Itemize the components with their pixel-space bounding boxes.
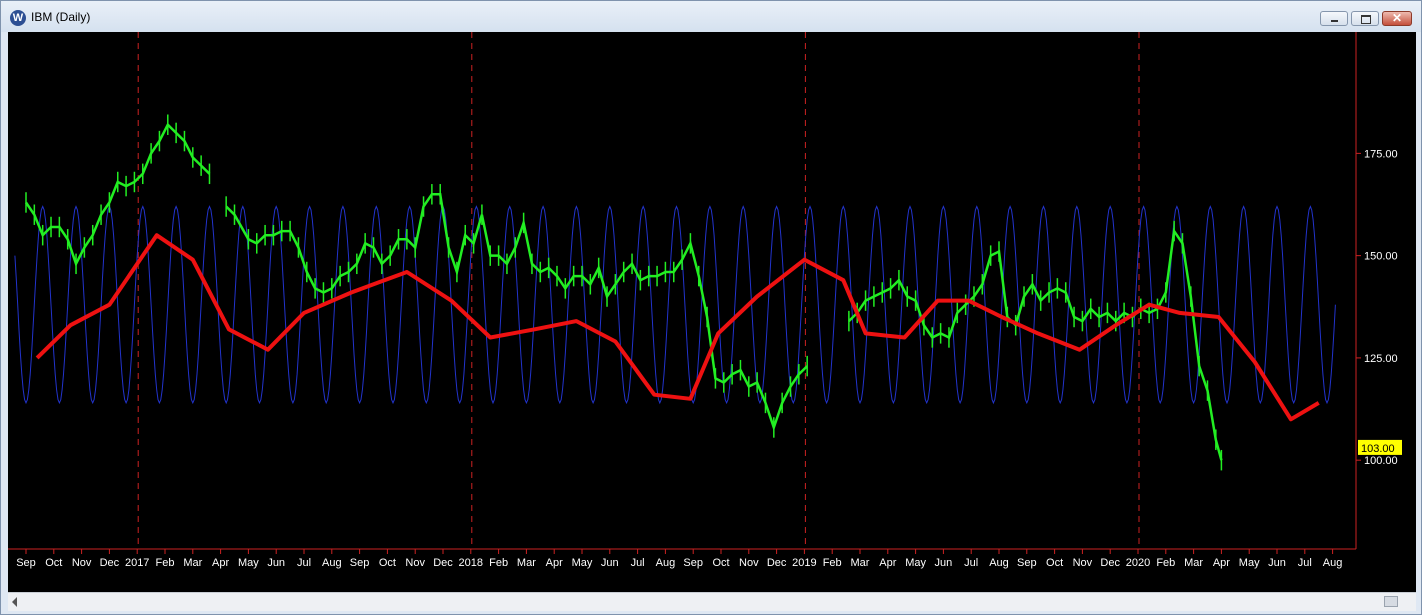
x-tick-label: Oct <box>1046 557 1063 569</box>
horizontal-scrollbar[interactable] <box>8 592 1416 611</box>
x-tick-label: Feb <box>156 557 175 569</box>
y-tick-label: 150.00 <box>1364 251 1398 263</box>
x-tick-label: Apr <box>1213 557 1230 569</box>
x-tick-label: 2020 <box>1126 557 1150 569</box>
x-tick-label: Mar <box>517 557 536 569</box>
x-tick-label: Mar <box>183 557 202 569</box>
chart-window: W IBM (Daily) ✕ 175.00 150.00 125.00 100.00… <box>0 0 1422 615</box>
x-tick-label: Jul <box>631 557 645 569</box>
x-tick-label: Nov <box>72 557 92 569</box>
x-tick-label: Dec <box>1100 557 1120 569</box>
x-tick-label: May <box>1239 557 1260 569</box>
y-tick-label: 175.00 <box>1364 148 1398 160</box>
x-tick-label: Aug <box>656 557 676 569</box>
x-tick-label: Jun <box>267 557 285 569</box>
x-tick-label: Aug <box>989 557 1009 569</box>
x-tick-label: May <box>905 557 926 569</box>
minimize-icon <box>1331 20 1338 22</box>
x-tick-label: Nov <box>1073 557 1093 569</box>
x-tick-label: Jul <box>297 557 311 569</box>
title-bar[interactable]: W IBM (Daily) ✕ <box>1 1 1421 32</box>
x-tick-label: Apr <box>879 557 896 569</box>
maximize-button[interactable] <box>1351 11 1379 26</box>
minimize-button[interactable] <box>1320 11 1348 26</box>
x-tick-label: Mar <box>1184 557 1203 569</box>
y-tick-label: 125.00 <box>1364 353 1398 365</box>
x-tick-label: Jun <box>601 557 619 569</box>
x-tick-label: Dec <box>100 557 120 569</box>
app-logo-icon: W <box>10 10 26 26</box>
x-tick-label: Jul <box>964 557 978 569</box>
x-tick-label: Feb <box>489 557 508 569</box>
x-tick-label: Aug <box>322 557 342 569</box>
chart-svg: 175.00 150.00 125.00 100.00 Sep Oct Nov Dec 2017… <box>8 32 1402 569</box>
projection-line <box>35 233 1320 422</box>
close-button[interactable]: ✕ <box>1382 11 1412 26</box>
x-tick-label: May <box>572 557 593 569</box>
price-line <box>24 122 211 267</box>
x-tick-label: Mar <box>851 557 870 569</box>
price-chart[interactable]: 175.00 150.00 125.00 100.00 Sep Oct Nov Dec 2017… <box>8 32 1416 592</box>
x-tick-label: Oct <box>45 557 62 569</box>
x-tick-label: Nov <box>739 557 759 569</box>
x-tick-label: Oct <box>712 557 729 569</box>
x-tick-label: Nov <box>405 557 425 569</box>
scroll-left-icon[interactable] <box>12 597 17 607</box>
window-title: IBM (Daily) <box>31 10 91 24</box>
x-tick-label: 2018 <box>459 557 483 569</box>
x-tick-label: Dec <box>767 557 787 569</box>
x-tick-label: 2019 <box>792 557 816 569</box>
x-tick-label: Feb <box>1156 557 1175 569</box>
x-tick-label: Sep <box>16 557 36 569</box>
x-tick-label: Sep <box>350 557 370 569</box>
close-icon: ✕ <box>1392 11 1403 25</box>
x-tick-label: Aug <box>1323 557 1343 569</box>
x-tick-label: Feb <box>823 557 842 569</box>
y-tick-label: 100.00 <box>1364 455 1398 467</box>
x-tick-label: Jun <box>1268 557 1286 569</box>
x-tick-label: Apr <box>546 557 563 569</box>
cycle-line <box>14 205 1336 405</box>
last-price-label: 103.00 <box>1361 443 1395 455</box>
x-tick-label: Oct <box>379 557 396 569</box>
x-tick-label: Sep <box>1017 557 1037 569</box>
x-tick-label: Jun <box>935 557 953 569</box>
scroll-thumb[interactable] <box>1384 596 1398 607</box>
x-tick-label: 2017 <box>125 557 149 569</box>
x-tick-label: Jul <box>1298 557 1312 569</box>
x-tick-label: Dec <box>433 557 453 569</box>
x-tick-label: May <box>238 557 259 569</box>
x-tick-label: Apr <box>212 557 229 569</box>
price-line <box>848 227 1223 461</box>
x-tick-label: Sep <box>683 557 703 569</box>
maximize-icon <box>1361 15 1371 24</box>
